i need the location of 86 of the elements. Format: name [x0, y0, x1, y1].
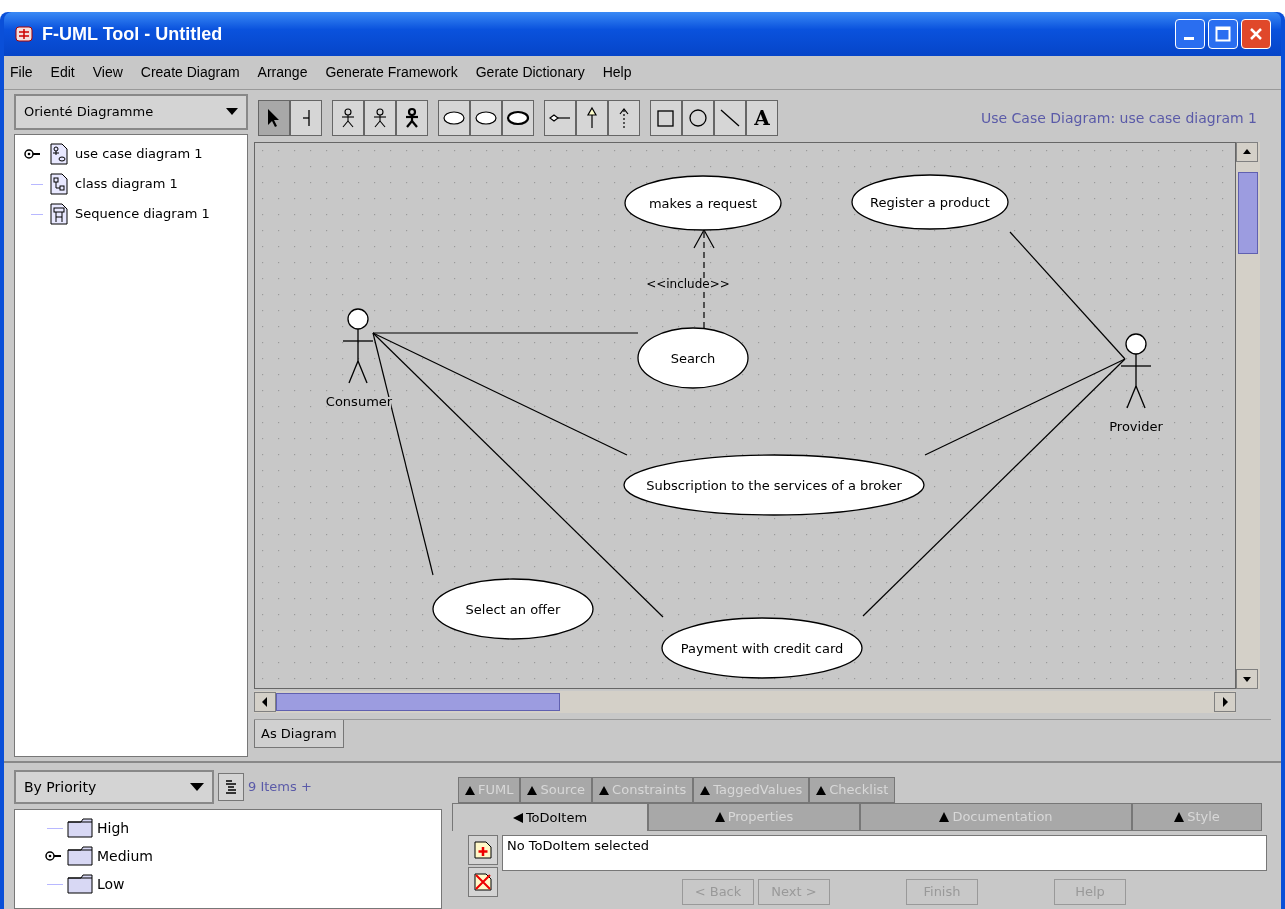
actor-figure[interactable] [1120, 333, 1152, 409]
tool-button[interactable] [332, 100, 364, 136]
new-item-button[interactable] [468, 835, 498, 865]
use-case-ellipse[interactable]: Search [637, 327, 749, 389]
triangle-icon [816, 785, 827, 795]
use-case-ellipse[interactable]: Select an offer [432, 578, 594, 640]
diagram-document-icon [49, 143, 69, 165]
item-count: 9 Items + [248, 778, 312, 797]
caret-icon [190, 783, 204, 791]
maximize-icon [1215, 26, 1231, 42]
actor-figure[interactable] [342, 308, 374, 384]
flat-list-button[interactable] [218, 773, 244, 801]
window-title: F-UML Tool - Untitled [42, 22, 223, 46]
tree-item[interactable]: High [97, 817, 130, 839]
tool-button[interactable] [438, 100, 470, 136]
diagram-document-icon [49, 173, 69, 195]
scroll-down-button[interactable] [1236, 669, 1258, 689]
diagram-document-icon [49, 203, 69, 225]
tree-item[interactable]: Medium [97, 845, 153, 867]
tree-item[interactable]: Sequence diagram 1 [73, 204, 212, 224]
stereotype-label: <<include>> [646, 277, 730, 291]
triangle-icon [714, 812, 725, 822]
tree-handle-icon[interactable] [45, 851, 63, 861]
triangle-icon [939, 812, 950, 822]
minimize-button[interactable] [1175, 19, 1205, 49]
tool-button[interactable] [470, 100, 502, 136]
menu-item[interactable]: Arrange [257, 62, 308, 83]
actor-label: Provider [1109, 419, 1163, 434]
t-bar-icon [302, 109, 310, 127]
triangle-icon [512, 812, 523, 823]
scrollbar-thumb[interactable] [1238, 172, 1258, 254]
tree-item[interactable]: class diagram 1 [73, 174, 180, 194]
folder-icon [67, 818, 93, 838]
tool-button[interactable] [502, 100, 534, 136]
tree-handle-icon[interactable] [24, 149, 42, 159]
triangle-icon [599, 785, 610, 795]
details-tab[interactable]: ToDoItem [452, 803, 648, 831]
scroll-left-button[interactable] [254, 692, 276, 712]
menu-item[interactable]: View [92, 62, 123, 83]
tool-button[interactable] [396, 100, 428, 136]
delete-item-button[interactable] [468, 867, 498, 897]
todo-description: No ToDoItem selected [502, 835, 1267, 871]
tool-button[interactable] [682, 100, 714, 136]
triangle-icon [1174, 812, 1185, 822]
triangle-icon [465, 785, 475, 795]
horizontal-scrollbar[interactable] [254, 691, 1236, 713]
folder-icon [67, 846, 93, 866]
maximize-button[interactable] [1208, 19, 1238, 49]
text-tool-button[interactable]: A [746, 100, 778, 136]
triangle-icon [527, 785, 538, 795]
menu-item[interactable]: File [10, 62, 33, 83]
menu-item[interactable]: Help [602, 62, 632, 83]
tool-button[interactable] [364, 100, 396, 136]
list-icon [224, 779, 238, 795]
triangle-icon [700, 785, 711, 795]
app-icon [14, 24, 34, 44]
use-case-ellipse[interactable]: Payment with credit card [661, 617, 863, 679]
use-case-ellipse[interactable]: makes a request [624, 175, 782, 231]
tool-button[interactable] [258, 100, 290, 136]
perspective-dropdown[interactable]: Orienté Diagramme [14, 94, 248, 130]
scroll-right-button[interactable] [1214, 692, 1236, 712]
menu-item[interactable]: Gerate Dictionary [475, 62, 585, 83]
scrollbar-thumb[interactable] [276, 693, 560, 711]
menu-item[interactable]: Create Diagram [140, 62, 240, 83]
tree-item[interactable]: Low [97, 873, 125, 895]
circle-icon [686, 106, 710, 130]
menu-item[interactable]: Edit [50, 62, 75, 83]
grouping-dropdown[interactable]: By Priority [14, 770, 214, 804]
delete-document-icon [473, 872, 493, 892]
view-tab[interactable]: As Diagram [254, 720, 344, 748]
use-case-ellipse[interactable]: Register a product [851, 174, 1009, 230]
vertical-scrollbar[interactable] [1236, 142, 1260, 689]
scroll-up-button[interactable] [1236, 142, 1258, 162]
tool-button[interactable] [650, 100, 682, 136]
folder-icon [67, 874, 93, 894]
caret-icon [226, 108, 238, 116]
menu-item[interactable]: Generate Framework [325, 62, 458, 83]
tool-button[interactable] [290, 100, 322, 136]
minimize-icon [1184, 37, 1196, 41]
close-button[interactable] [1241, 19, 1271, 49]
use-case-ellipse[interactable]: Subscription to the services of a broker [623, 454, 925, 516]
diagram-title: Use Case Diagram: use case diagram 1 [980, 108, 1257, 128]
tool-button[interactable] [714, 100, 746, 136]
add-document-icon [473, 840, 493, 860]
tree-item[interactable]: use case diagram 1 [73, 144, 205, 164]
close-icon [1248, 26, 1264, 42]
